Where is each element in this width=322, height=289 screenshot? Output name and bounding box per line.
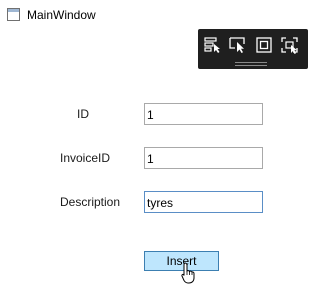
invoice-id-field[interactable] xyxy=(144,147,263,169)
id-field[interactable] xyxy=(144,103,263,125)
runtime-debug-toolbar xyxy=(198,29,308,69)
select-element-icon[interactable] xyxy=(228,36,248,54)
track-focused-element-icon[interactable] xyxy=(280,36,300,54)
invoice-id-label: InvoiceID xyxy=(60,151,111,165)
window-title: MainWindow xyxy=(27,8,96,22)
description-label: Description xyxy=(60,195,121,209)
insert-button[interactable]: Insert xyxy=(144,251,219,271)
window-icon xyxy=(7,8,20,21)
display-layout-adorners-icon[interactable] xyxy=(254,36,274,54)
id-label: ID xyxy=(77,107,89,121)
select-visual-element-icon[interactable] xyxy=(203,36,223,54)
description-field[interactable] xyxy=(144,191,263,213)
toolbar-grip[interactable] xyxy=(235,62,267,66)
